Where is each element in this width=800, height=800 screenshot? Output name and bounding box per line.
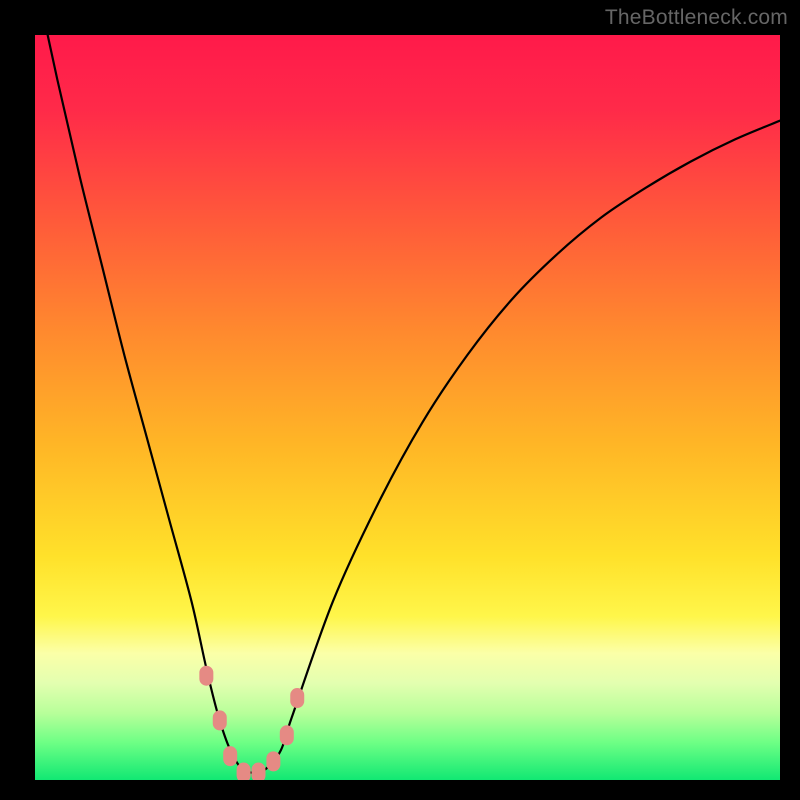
curve-marker bbox=[252, 763, 265, 780]
curve-marker bbox=[200, 666, 213, 685]
curve-marker bbox=[280, 726, 293, 745]
chart-frame: TheBottleneck.com bbox=[0, 0, 800, 800]
plot-area bbox=[35, 35, 780, 780]
curve-marker bbox=[267, 752, 280, 771]
gradient-background bbox=[35, 35, 780, 780]
curve-marker bbox=[224, 747, 237, 766]
watermark-text: TheBottleneck.com bbox=[605, 6, 788, 30]
curve-marker bbox=[237, 763, 250, 780]
curve-marker bbox=[291, 689, 304, 708]
curve-marker bbox=[213, 711, 226, 730]
chart-svg bbox=[35, 35, 780, 780]
